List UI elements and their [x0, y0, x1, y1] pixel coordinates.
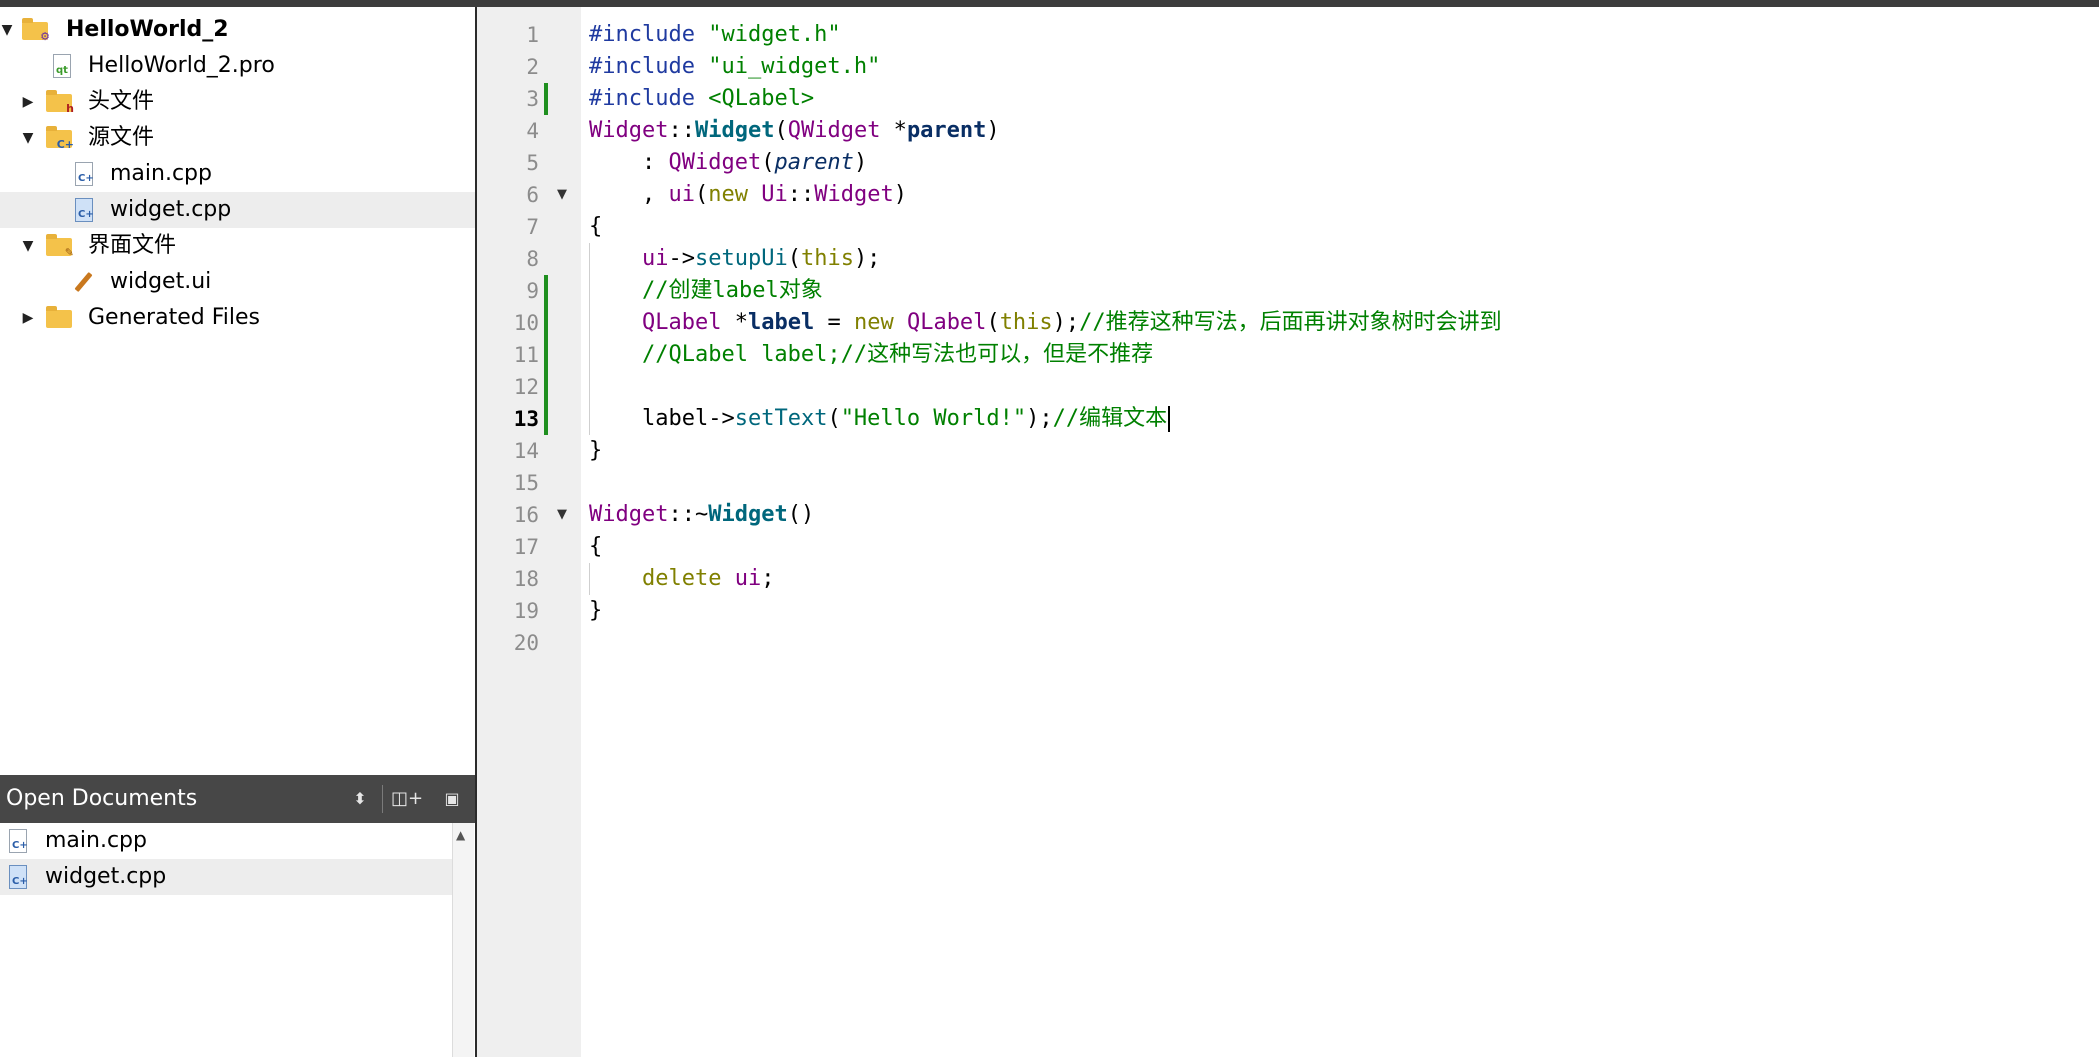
open-documents-scrollbar[interactable]: ▲ — [452, 823, 474, 1057]
code-text[interactable]: { — [589, 211, 602, 243]
code-line[interactable]: 5 : QWidget(parent) — [0, 147, 2099, 179]
code-text[interactable]: { — [589, 531, 602, 563]
code-line[interactable]: 10 QLabel *label = new QLabel(this);//推荐… — [0, 307, 2099, 339]
line-number: 14 — [513, 439, 539, 463]
line-number: 11 — [513, 343, 539, 367]
line-number: 4 — [526, 119, 539, 143]
modified-line-marker — [544, 275, 548, 307]
line-number: 3 — [526, 87, 539, 111]
code-line[interactable]: 3 #include <QLabel> — [0, 83, 2099, 115]
line-number: 16 — [513, 503, 539, 527]
scroll-up-icon[interactable]: ▲ — [456, 829, 465, 841]
code-text[interactable]: ui->setupUi(this); — [589, 243, 880, 275]
open-document-widget-cpp[interactable]: C+ widget.cpp — [0, 859, 452, 895]
code-text[interactable]: } — [589, 435, 602, 467]
modified-line-marker — [544, 307, 548, 339]
code-line[interactable]: 9 //创建label对象 — [0, 275, 2099, 307]
code-line[interactable]: 2 #include "ui_widget.h" — [0, 51, 2099, 83]
line-number: 12 — [513, 375, 539, 399]
code-line[interactable]: 7 { — [0, 211, 2099, 243]
modified-line-marker — [544, 371, 548, 403]
line-number: 17 — [513, 535, 539, 559]
code-text[interactable]: //QLabel label;//这种写法也可以，但是不推荐 — [589, 339, 1153, 371]
open-document-label: widget.cpp — [45, 864, 167, 889]
line-number: 1 — [526, 23, 539, 47]
open-documents-header: Open Documents ⬍ ◫+ ▣ — [0, 775, 475, 823]
modified-line-marker — [544, 339, 548, 371]
collapse-panel-icon[interactable]: ▣ — [438, 787, 466, 811]
code-line[interactable]: 1 #include "widget.h" — [0, 19, 2099, 51]
text-cursor — [1168, 406, 1171, 432]
code-line[interactable]: 19 } — [0, 595, 2099, 627]
fold-arrow-icon[interactable]: ▼ — [557, 179, 567, 211]
line-number: 18 — [513, 567, 539, 591]
code-text[interactable]: delete ui; — [589, 563, 774, 595]
line-number: 6 — [526, 183, 539, 207]
code-line[interactable]: 6 ▼ , ui(new Ui::Widget) — [0, 179, 2099, 211]
open-document-label: main.cpp — [45, 828, 147, 853]
code-line[interactable]: 20 — [0, 627, 2099, 659]
code-line[interactable]: 18 delete ui; — [0, 563, 2099, 595]
code-text[interactable]: #include "widget.h" — [589, 19, 841, 51]
open-documents-list: C+ main.cpp C+ widget.cpp — [0, 823, 452, 1057]
code-lines: 1 #include "widget.h" 2 #include "ui_wid… — [0, 19, 2099, 659]
code-line[interactable]: 8 ui->setupUi(this); — [0, 243, 2099, 275]
line-number: 2 — [526, 55, 539, 79]
split-add-icon[interactable]: ◫+ — [390, 787, 424, 811]
line-number: 5 — [526, 151, 539, 175]
code-text[interactable]: Widget::~Widget() — [589, 499, 814, 531]
line-number: 10 — [513, 311, 539, 335]
code-text[interactable]: } — [589, 595, 602, 627]
code-text[interactable]: label->setText("Hello World!");//编辑文本 — [589, 403, 1171, 435]
code-text[interactable]: QLabel *label = new QLabel(this);//推荐这种写… — [589, 307, 1502, 339]
code-line[interactable]: 12 — [0, 371, 2099, 403]
code-text[interactable]: //创建label对象 — [589, 275, 823, 307]
code-line[interactable]: 11 //QLabel label;//这种写法也可以，但是不推荐 — [0, 339, 2099, 371]
indent-guide — [589, 371, 590, 403]
line-number: 15 — [513, 471, 539, 495]
open-document-main-cpp[interactable]: C+ main.cpp — [0, 823, 452, 859]
code-line[interactable]: 15 — [0, 467, 2099, 499]
code-text[interactable]: , ui(new Ui::Widget) — [589, 179, 907, 211]
line-number: 20 — [513, 631, 539, 655]
code-line[interactable]: 4 Widget::Widget(QWidget *parent) — [0, 115, 2099, 147]
line-number: 19 — [513, 599, 539, 623]
code-text[interactable]: : QWidget(parent) — [589, 147, 867, 179]
cpp-file-icon: C+ — [6, 865, 32, 889]
modified-line-marker — [544, 83, 548, 115]
header-divider — [382, 785, 383, 813]
modified-line-marker — [544, 403, 548, 435]
fold-arrow-icon[interactable]: ▼ — [557, 499, 567, 531]
code-line[interactable]: 14 } — [0, 435, 2099, 467]
code-line-current[interactable]: 13 label->setText("Hello World!");//编辑文本 — [0, 403, 2099, 435]
open-documents-title: Open Documents — [6, 786, 198, 811]
line-number-current: 13 — [513, 407, 539, 431]
top-bar — [0, 0, 2099, 7]
line-number: 7 — [526, 215, 539, 239]
cpp-file-icon: C+ — [6, 829, 32, 853]
line-number: 8 — [526, 247, 539, 271]
sort-updown-icon[interactable]: ⬍ — [348, 787, 372, 811]
code-line[interactable]: 16 ▼ Widget::~Widget() — [0, 499, 2099, 531]
code-text[interactable]: #include "ui_widget.h" — [589, 51, 880, 83]
code-text[interactable]: Widget::Widget(QWidget *parent) — [589, 115, 1000, 147]
code-text[interactable]: #include <QLabel> — [589, 83, 814, 115]
code-line[interactable]: 17 { — [0, 531, 2099, 563]
line-number: 9 — [526, 279, 539, 303]
